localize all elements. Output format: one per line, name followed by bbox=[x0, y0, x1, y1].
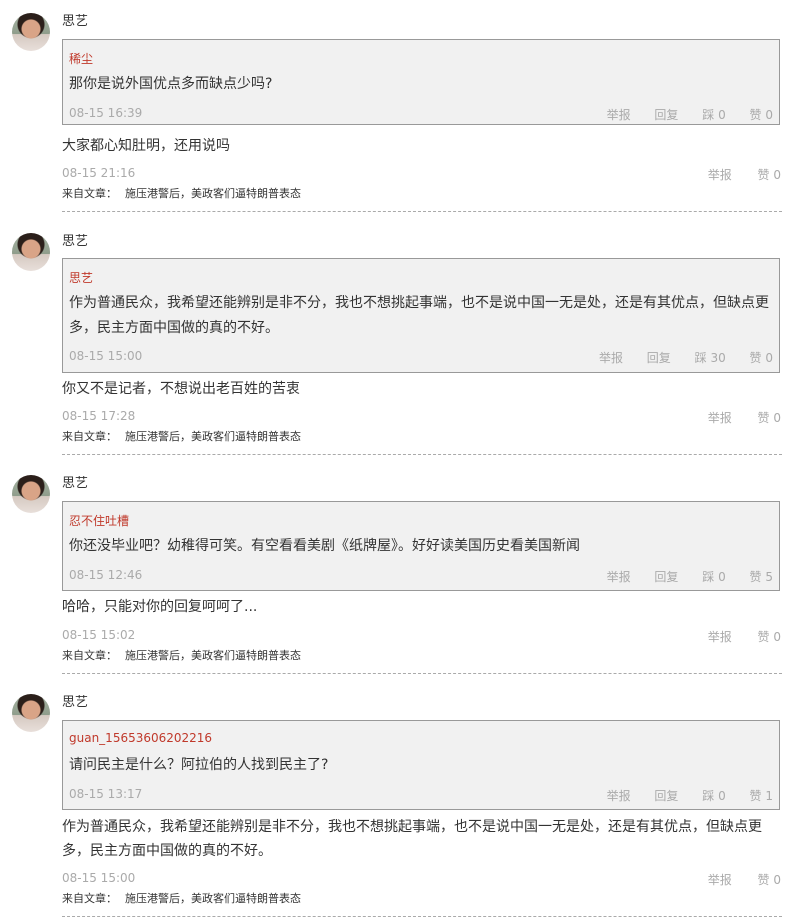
comment-item: 思艺 忍不住吐槽 你还没毕业吧？幼稚得可笑。有空看看美剧《纸牌屋》。好好读美国历… bbox=[0, 462, 799, 675]
reply-timestamp: 08-15 21:16 bbox=[62, 166, 136, 180]
comment-username[interactable]: 思艺 bbox=[62, 230, 88, 249]
reply-text: 作为普通民众，我希望还能辨别是非不分，我也不想挑起事端，也不是说中国一无是处，还… bbox=[62, 819, 762, 859]
source-label: 来自文章： bbox=[62, 187, 117, 200]
like-button[interactable]: 赞 0 bbox=[750, 351, 773, 365]
like-button[interactable]: 赞 5 bbox=[750, 570, 773, 584]
comment-username[interactable]: 思艺 bbox=[62, 691, 88, 710]
source-article: 来自文章： 施压港警后，美政客们逼特朗普表态 bbox=[62, 428, 301, 444]
divider bbox=[62, 454, 782, 455]
reply-button[interactable]: 回复 bbox=[654, 570, 678, 584]
report-button[interactable]: 举报 bbox=[708, 630, 732, 644]
source-article: 来自文章： 施压港警后，美政客们逼特朗普表态 bbox=[62, 185, 301, 201]
comment-item: 思艺 guan_15653606202216 请问民主是什么？阿拉伯的人找到民主… bbox=[0, 681, 799, 919]
reply-text: 大家都心知肚明，还用说吗 bbox=[62, 138, 230, 154]
source-article-link[interactable]: 施压港警后，美政客们逼特朗普表态 bbox=[125, 187, 301, 200]
report-button[interactable]: 举报 bbox=[599, 351, 623, 365]
report-button[interactable]: 举报 bbox=[708, 168, 732, 182]
report-button[interactable]: 举报 bbox=[708, 411, 732, 425]
avatar[interactable] bbox=[12, 13, 50, 51]
source-label: 来自文章： bbox=[62, 430, 117, 443]
reply-text: 你又不是记者，不想说出老百姓的苦衷 bbox=[62, 381, 300, 397]
reply-text: 哈哈，只能对你的回复呵呵了... bbox=[62, 599, 258, 615]
quoted-author[interactable]: 忍不住吐槽 bbox=[69, 512, 129, 529]
report-button[interactable]: 举报 bbox=[607, 108, 631, 122]
quoted-text: 你还没毕业吧？幼稚得可笑。有空看看美剧《纸牌屋》。好好读美国历史看美国新闻 bbox=[69, 538, 580, 554]
reply-timestamp: 08-15 17:28 bbox=[62, 409, 136, 423]
like-button[interactable]: 赞 0 bbox=[758, 168, 781, 182]
divider bbox=[62, 673, 782, 674]
comment-item: 思艺 思艺 作为普通民众，我希望还能辨别是非不分，我也不想挑起事端，也不是说中国… bbox=[0, 220, 799, 456]
quoted-comment: 忍不住吐槽 你还没毕业吧？幼稚得可笑。有空看看美剧《纸牌屋》。好好读美国历史看美… bbox=[62, 501, 780, 591]
avatar[interactable] bbox=[12, 694, 50, 732]
quoted-comment: guan_15653606202216 请问民主是什么？阿拉伯的人找到民主了? … bbox=[62, 720, 780, 810]
divider bbox=[62, 211, 782, 212]
quoted-author[interactable]: guan_15653606202216 bbox=[69, 731, 212, 745]
like-button[interactable]: 赞 0 bbox=[758, 873, 781, 887]
quoted-comment: 稀尘 那你是说外国优点多而缺点少吗? 08-15 16:39 举报 回复 踩 0… bbox=[62, 39, 780, 125]
reply-actions: 举报 赞 0 bbox=[686, 166, 781, 183]
divider bbox=[62, 916, 782, 917]
reply-button[interactable]: 回复 bbox=[654, 789, 678, 803]
quoted-text: 请问民主是什么？阿拉伯的人找到民主了? bbox=[69, 757, 329, 773]
report-button[interactable]: 举报 bbox=[708, 873, 732, 887]
quoted-comment: 思艺 作为普通民众，我希望还能辨别是非不分，我也不想挑起事端，也不是说中国一无是… bbox=[62, 258, 780, 373]
quoted-timestamp: 08-15 16:39 bbox=[69, 106, 143, 120]
source-article-link[interactable]: 施压港警后，美政客们逼特朗普表态 bbox=[125, 649, 301, 662]
like-button[interactable]: 赞 0 bbox=[758, 411, 781, 425]
quoted-actions: 举报 回复 踩 30 赞 0 bbox=[579, 349, 773, 366]
report-button[interactable]: 举报 bbox=[607, 789, 631, 803]
dislike-button[interactable]: 踩 30 bbox=[695, 351, 726, 365]
reply-button[interactable]: 回复 bbox=[654, 108, 678, 122]
quoted-text: 作为普通民众，我希望还能辨别是非不分，我也不想挑起事端，也不是说中国一无是处，还… bbox=[69, 295, 769, 336]
comment-item: 思艺 稀尘 那你是说外国优点多而缺点少吗? 08-15 16:39 举报 回复 … bbox=[0, 0, 799, 213]
quoted-timestamp: 08-15 12:46 bbox=[69, 568, 143, 582]
like-button[interactable]: 赞 0 bbox=[750, 108, 773, 122]
source-article: 来自文章： 施压港警后，美政客们逼特朗普表态 bbox=[62, 647, 301, 663]
dislike-button[interactable]: 踩 0 bbox=[702, 108, 725, 122]
source-article-link[interactable]: 施压港警后，美政客们逼特朗普表态 bbox=[125, 892, 301, 905]
source-article: 来自文章： 施压港警后，美政客们逼特朗普表态 bbox=[62, 890, 301, 906]
quoted-author[interactable]: 稀尘 bbox=[69, 50, 93, 67]
avatar[interactable] bbox=[12, 233, 50, 271]
quoted-actions: 举报 回复 踩 0 赞 0 bbox=[587, 106, 773, 123]
reply-actions: 举报 赞 0 bbox=[686, 628, 781, 645]
avatar[interactable] bbox=[12, 475, 50, 513]
like-button[interactable]: 赞 0 bbox=[758, 630, 781, 644]
dislike-button[interactable]: 踩 0 bbox=[702, 789, 725, 803]
quoted-timestamp: 08-15 15:00 bbox=[69, 349, 143, 363]
reply-actions: 举报 赞 0 bbox=[686, 409, 781, 426]
reply-timestamp: 08-15 15:02 bbox=[62, 628, 136, 642]
reply-timestamp: 08-15 15:00 bbox=[62, 871, 136, 885]
reply-actions: 举报 赞 0 bbox=[686, 871, 781, 888]
source-article-link[interactable]: 施压港警后，美政客们逼特朗普表态 bbox=[125, 430, 301, 443]
comment-username[interactable]: 思艺 bbox=[62, 10, 88, 29]
reply-button[interactable]: 回复 bbox=[647, 351, 671, 365]
quoted-text: 那你是说外国优点多而缺点少吗? bbox=[69, 76, 273, 92]
quoted-timestamp: 08-15 13:17 bbox=[69, 787, 143, 801]
comment-username[interactable]: 思艺 bbox=[62, 472, 88, 491]
quoted-actions: 举报 回复 踩 0 赞 1 bbox=[587, 787, 773, 804]
like-button[interactable]: 赞 1 bbox=[750, 789, 773, 803]
quoted-actions: 举报 回复 踩 0 赞 5 bbox=[587, 568, 773, 585]
quoted-author[interactable]: 思艺 bbox=[69, 269, 93, 286]
source-label: 来自文章： bbox=[62, 649, 117, 662]
dislike-button[interactable]: 踩 0 bbox=[702, 570, 725, 584]
source-label: 来自文章： bbox=[62, 892, 117, 905]
report-button[interactable]: 举报 bbox=[607, 570, 631, 584]
